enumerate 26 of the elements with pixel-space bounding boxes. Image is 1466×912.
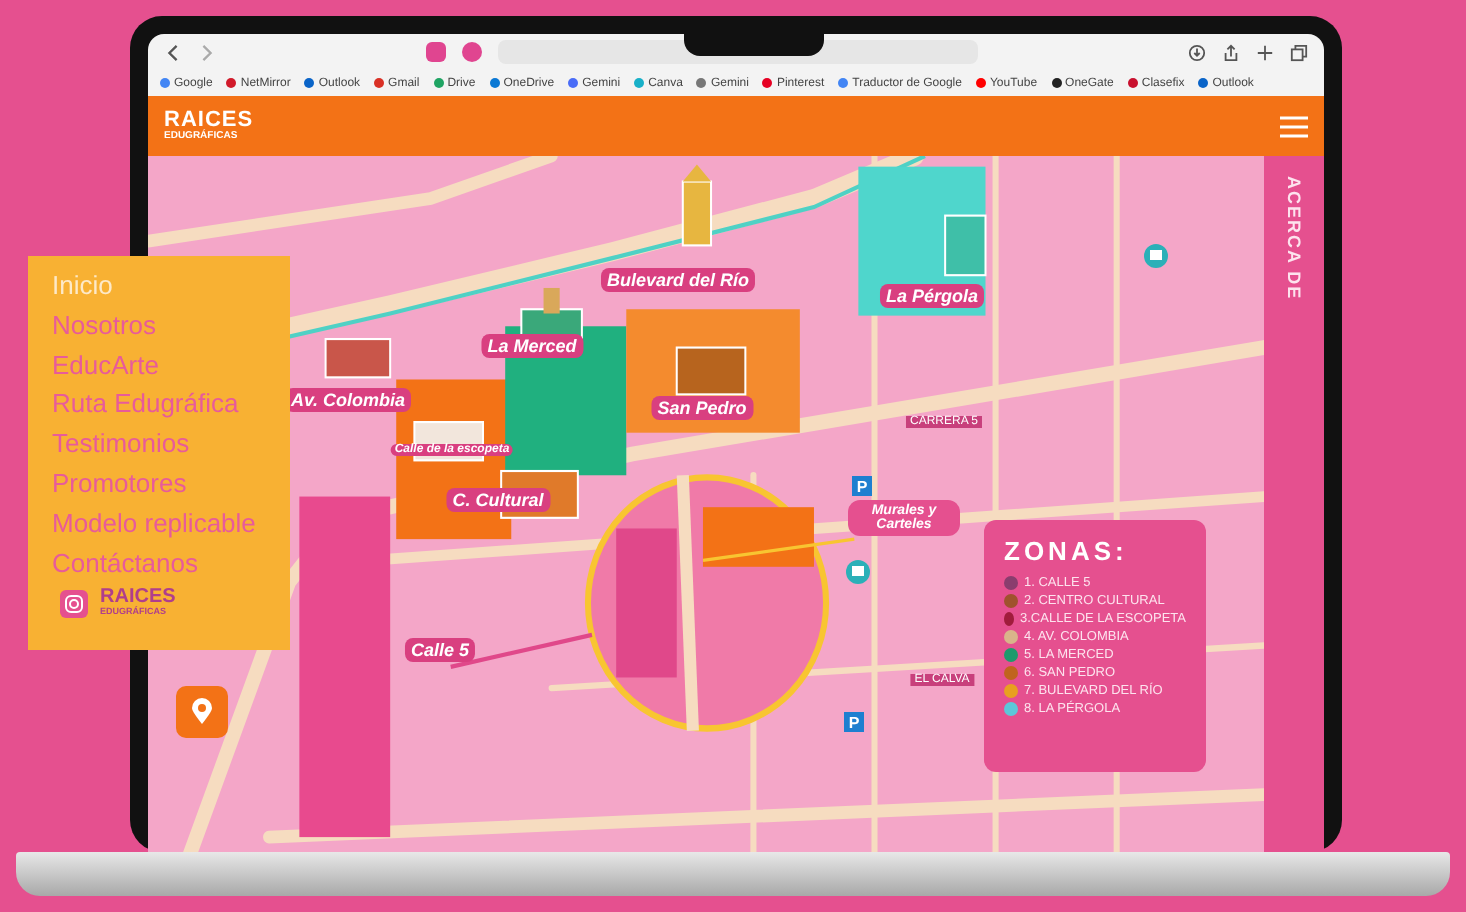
bus-stop-icon: [1144, 244, 1168, 268]
parking-sign: P: [852, 476, 872, 496]
place-label: Av. Colombia: [285, 388, 411, 412]
place-label: Calle 5: [404, 638, 476, 662]
back-icon[interactable]: [164, 43, 182, 61]
place-label: La Pérgola: [880, 284, 984, 308]
tabs-icon[interactable]: [1290, 43, 1308, 61]
location-button[interactable]: [176, 686, 228, 738]
location-pin-icon: [190, 698, 214, 726]
bus-stop-icon: [846, 560, 870, 584]
building-drawing: [675, 346, 747, 396]
parking-sign: P: [844, 712, 864, 732]
legend-title: ZONAS:: [1004, 536, 1130, 566]
leader-line: [450, 632, 593, 669]
menu-icon[interactable]: [1280, 115, 1308, 137]
place-label: San Pedro: [651, 396, 753, 420]
share-icon[interactable]: [1222, 43, 1240, 61]
download-icon[interactable]: [1188, 43, 1206, 61]
plus-icon[interactable]: [1256, 43, 1274, 61]
place-label: La Merced: [481, 334, 583, 358]
instagram-icon[interactable]: [60, 589, 88, 618]
building-drawing: [944, 214, 987, 277]
place-label: Bulevard del Río: [601, 268, 755, 292]
building-drawing: [681, 164, 713, 247]
place-label: C. Cultural: [446, 488, 550, 512]
building-drawing: [324, 338, 392, 379]
